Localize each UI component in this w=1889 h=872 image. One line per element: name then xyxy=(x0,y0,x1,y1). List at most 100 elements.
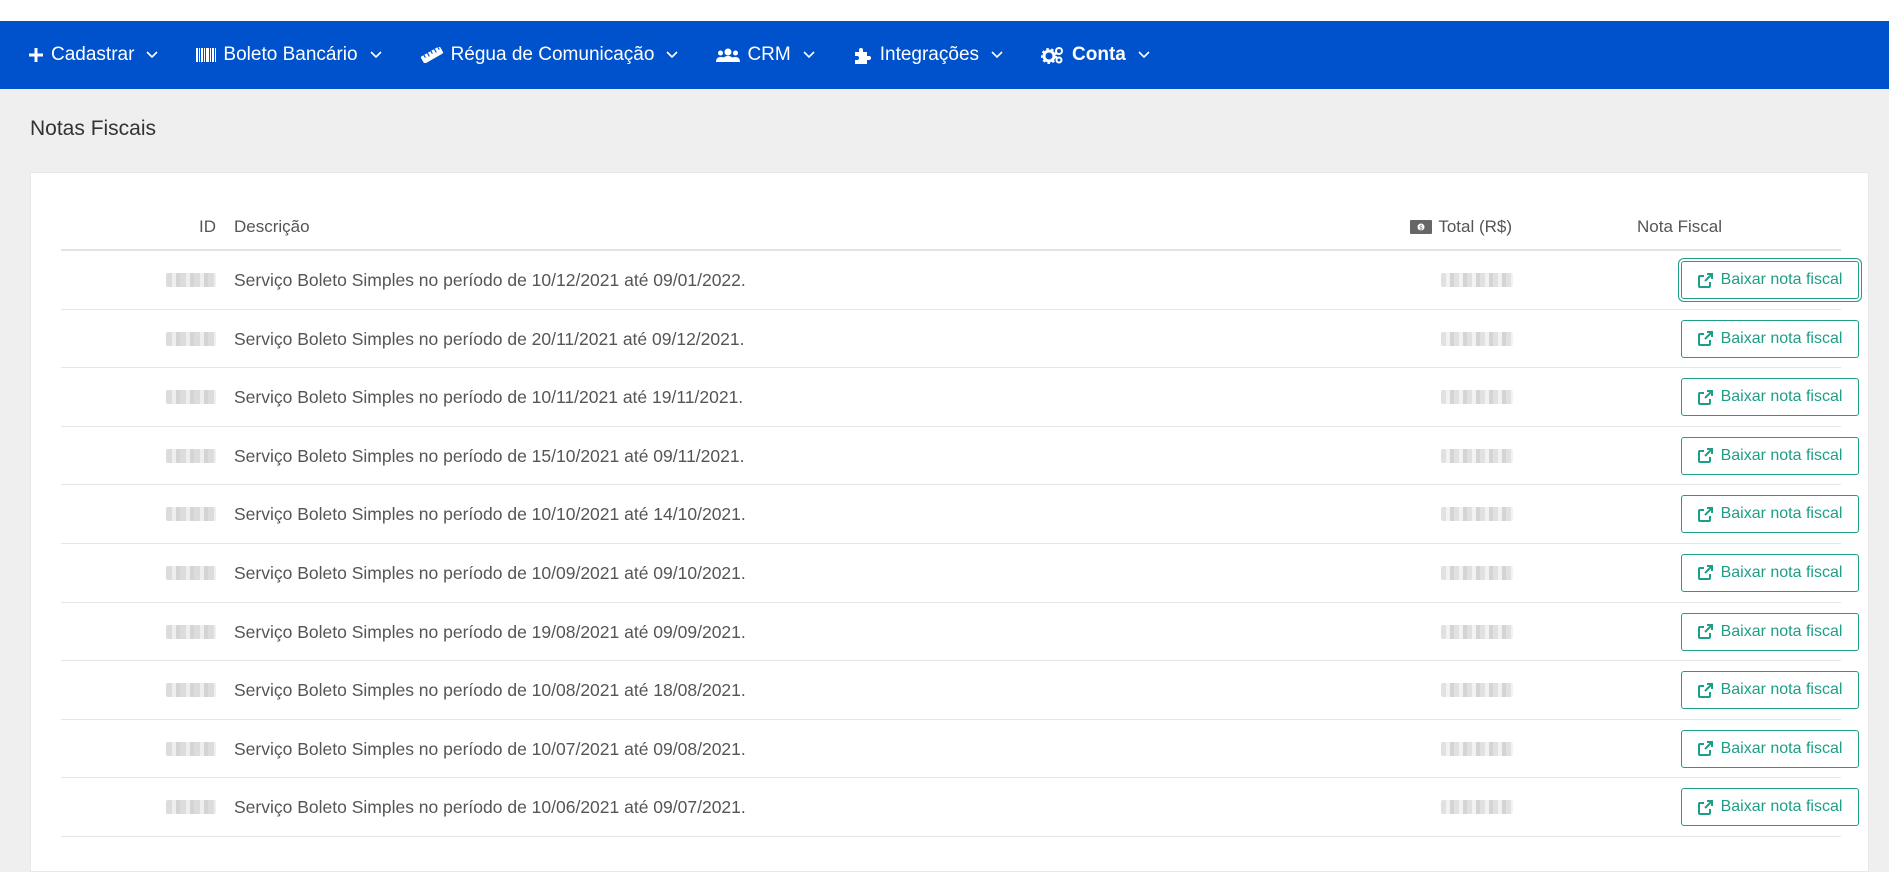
button-label: Baixar nota fiscal xyxy=(1720,271,1843,288)
external-link-icon xyxy=(1697,331,1713,347)
button-label: Baixar nota fiscal xyxy=(1720,505,1843,523)
table-row: Serviço Boleto Simples no período de 19/… xyxy=(61,603,1859,662)
nav-boleto-bancario[interactable]: Boleto Bancário xyxy=(196,44,382,66)
row-descricao: Serviço Boleto Simples no período de 19/… xyxy=(234,621,746,642)
top-strip xyxy=(0,0,1889,21)
button-label: Baixar nota fiscal xyxy=(1720,622,1843,640)
nav-label: Integrações xyxy=(879,44,980,65)
row-id-redacted xyxy=(166,741,216,756)
row-descricao: Serviço Boleto Simples no período de 10/… xyxy=(234,387,744,408)
row-id-redacted xyxy=(166,448,216,463)
external-link-icon xyxy=(1697,624,1713,640)
nav-cadastrar[interactable]: Cadastrar xyxy=(28,44,158,66)
users-icon xyxy=(716,47,741,63)
table-row: Serviço Boleto Simples no período de 20/… xyxy=(61,310,1859,369)
baixar-nota-fiscal-button[interactable]: Baixar nota fiscal xyxy=(1681,553,1859,592)
button-label: Baixar nota fiscal xyxy=(1720,329,1843,347)
row-descricao: Serviço Boleto Simples no período de 10/… xyxy=(234,738,746,759)
row-id-redacted xyxy=(166,683,216,698)
button-label: Baixar nota fiscal xyxy=(1720,563,1843,581)
baixar-nota-fiscal-button[interactable]: Baixar nota fiscal xyxy=(1681,671,1859,710)
table-row: Serviço Boleto Simples no período de 10/… xyxy=(61,720,1859,779)
table-header: ID Descrição $ Total (R$) Nota Fiscal xyxy=(61,173,1841,251)
main-navbar: Cadastrar Boleto Bancário Régua de Comun… xyxy=(0,21,1889,89)
row-descricao: Serviço Boleto Simples no período de 10/… xyxy=(234,562,746,583)
nav-regua-comunicacao[interactable]: Régua de Comunicação xyxy=(420,44,679,66)
notas-fiscais-card: ID Descrição $ Total (R$) Nota Fiscal Se… xyxy=(30,172,1869,872)
chevron-down-icon xyxy=(146,51,158,59)
baixar-nota-fiscal-button[interactable]: Baixar nota fiscal xyxy=(1681,729,1859,768)
external-link-icon xyxy=(1697,565,1713,581)
table-row: Serviço Boleto Simples no período de 15/… xyxy=(61,427,1859,486)
nav-label: Régua de Comunicação xyxy=(450,44,655,65)
baixar-nota-fiscal-button[interactable]: Baixar nota fiscal xyxy=(1681,378,1859,417)
nav-label: Conta xyxy=(1072,44,1126,65)
row-total-redacted xyxy=(1441,331,1513,346)
external-link-icon xyxy=(1697,799,1713,815)
baixar-nota-fiscal-button[interactable]: Baixar nota fiscal xyxy=(1681,319,1859,358)
button-label: Baixar nota fiscal xyxy=(1720,446,1843,464)
row-total-redacted xyxy=(1441,800,1513,815)
baixar-nota-fiscal-button[interactable]: Baixar nota fiscal xyxy=(1681,612,1859,651)
row-id-redacted xyxy=(166,624,216,639)
row-id-redacted xyxy=(166,390,216,405)
button-label: Baixar nota fiscal xyxy=(1720,739,1843,757)
ruler-icon xyxy=(420,47,444,63)
notas-table: ID Descrição $ Total (R$) Nota Fiscal Se… xyxy=(61,173,1859,837)
row-total-redacted xyxy=(1441,448,1513,463)
table-row: Serviço Boleto Simples no período de 10/… xyxy=(61,661,1859,720)
barcode-icon xyxy=(196,47,217,63)
row-descricao: Serviço Boleto Simples no período de 10/… xyxy=(234,504,746,525)
row-descricao: Serviço Boleto Simples no período de 20/… xyxy=(234,328,745,349)
baixar-nota-fiscal-button[interactable]: Baixar nota fiscal xyxy=(1681,495,1859,534)
header-id: ID xyxy=(199,217,216,236)
table-row: Serviço Boleto Simples no período de 10/… xyxy=(61,544,1859,603)
external-link-icon xyxy=(1697,448,1713,464)
row-total-redacted xyxy=(1441,565,1513,580)
page-title: Notas Fiscais xyxy=(30,117,157,140)
header-total-label: Total (R$) xyxy=(1438,217,1512,236)
row-descricao: Serviço Boleto Simples no período de 15/… xyxy=(234,445,745,466)
row-id-redacted xyxy=(166,507,216,522)
row-descricao: Serviço Boleto Simples no período de 10/… xyxy=(234,270,746,290)
row-total-redacted xyxy=(1441,507,1513,522)
table-row: Serviço Boleto Simples no período de 10/… xyxy=(61,368,1859,427)
row-id-redacted xyxy=(166,331,216,346)
nav-label: CRM xyxy=(747,44,791,65)
nav-crm[interactable]: CRM xyxy=(716,44,815,66)
button-label: Baixar nota fiscal xyxy=(1720,388,1843,406)
header-descricao: Descrição xyxy=(234,217,310,236)
row-id-redacted xyxy=(166,565,216,580)
gears-icon xyxy=(1041,46,1065,64)
table-row: Serviço Boleto Simples no período de 10/… xyxy=(61,485,1859,544)
chevron-down-icon xyxy=(803,51,815,59)
row-total-redacted xyxy=(1441,741,1513,756)
chevron-down-icon xyxy=(666,51,679,59)
nav-label: Cadastrar xyxy=(51,44,135,65)
external-link-icon xyxy=(1697,272,1713,288)
chevron-down-icon xyxy=(370,51,382,59)
header-nota-fiscal: Nota Fiscal xyxy=(1637,217,1723,236)
nav-integracoes[interactable]: Integrações xyxy=(853,44,1003,66)
button-label: Baixar nota fiscal xyxy=(1720,798,1843,816)
nav-conta[interactable]: Conta xyxy=(1041,44,1150,66)
svg-text:$: $ xyxy=(1419,225,1423,232)
external-link-icon xyxy=(1697,682,1713,698)
baixar-nota-fiscal-button[interactable]: Baixar nota fiscal xyxy=(1681,261,1859,299)
external-link-icon xyxy=(1697,741,1713,757)
table-row: Serviço Boleto Simples no período de 10/… xyxy=(61,778,1859,837)
row-descricao: Serviço Boleto Simples no período de 10/… xyxy=(234,680,746,701)
money-icon: $ xyxy=(1410,220,1433,234)
table-body: Serviço Boleto Simples no período de 10/… xyxy=(61,251,1859,837)
row-id-redacted xyxy=(166,273,216,287)
nav-label: Boleto Bancário xyxy=(223,44,358,65)
puzzle-icon xyxy=(853,46,873,64)
plus-icon xyxy=(28,47,44,63)
row-total-redacted xyxy=(1441,390,1513,405)
button-label: Baixar nota fiscal xyxy=(1720,681,1843,699)
chevron-down-icon xyxy=(991,51,1003,59)
row-total-redacted xyxy=(1441,683,1513,698)
baixar-nota-fiscal-button[interactable]: Baixar nota fiscal xyxy=(1681,436,1859,475)
baixar-nota-fiscal-button[interactable]: Baixar nota fiscal xyxy=(1681,788,1859,827)
row-descricao: Serviço Boleto Simples no período de 10/… xyxy=(234,797,746,818)
